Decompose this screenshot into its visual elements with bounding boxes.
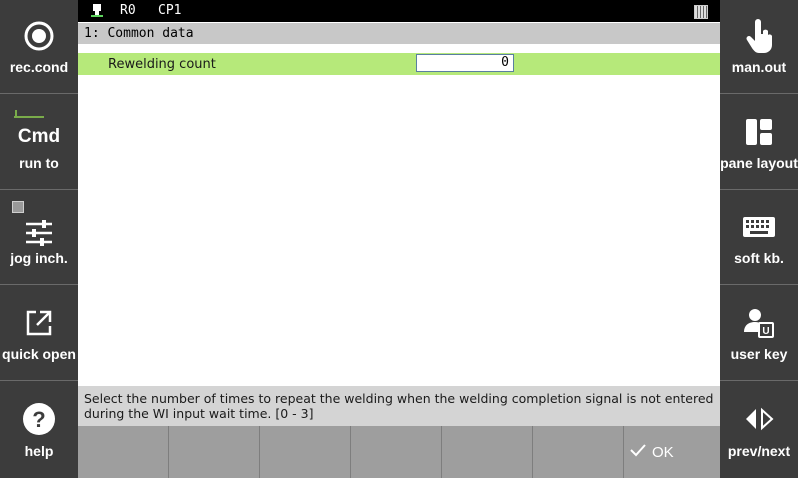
param-label: Rewelding count bbox=[108, 57, 216, 72]
param-row-rewelding-count[interactable]: Rewelding count 0 bbox=[78, 53, 720, 75]
help-icon: ? bbox=[0, 401, 78, 437]
help-label: help bbox=[24, 443, 54, 459]
prev-next-icon bbox=[720, 401, 798, 437]
rewelding-count-input[interactable]: 0 bbox=[416, 54, 514, 72]
battery-icon bbox=[694, 5, 708, 19]
layout-icon bbox=[720, 114, 798, 150]
function-key-6[interactable] bbox=[533, 426, 624, 478]
function-key-1[interactable] bbox=[78, 426, 169, 478]
soft-kb-label: soft kb. bbox=[734, 250, 784, 266]
rec-cond-button[interactable]: rec.cond bbox=[0, 0, 78, 94]
user-key-label: user key bbox=[730, 346, 788, 362]
record-icon bbox=[0, 18, 78, 54]
man-out-button[interactable]: man.out bbox=[720, 0, 798, 94]
user-key-icon: U bbox=[720, 305, 798, 341]
pane-layout-button[interactable]: pane layout bbox=[720, 96, 798, 190]
svg-text:U: U bbox=[762, 326, 769, 337]
jog-indicator bbox=[12, 201, 24, 213]
prev-next-button[interactable]: prev/next bbox=[720, 383, 798, 477]
status-bar: R0 CP1 bbox=[78, 0, 720, 22]
soft-kb-button[interactable]: soft kb. bbox=[720, 191, 798, 285]
keyboard-icon bbox=[720, 209, 798, 245]
rec-cond-label: rec.cond bbox=[9, 59, 69, 75]
external-open-icon bbox=[0, 305, 78, 341]
left-side-panel: rec.cond Cmd run to jog inch. quick open… bbox=[0, 0, 78, 478]
man-out-label: man.out bbox=[731, 59, 787, 75]
function-key-bar: OK bbox=[78, 426, 720, 478]
check-icon bbox=[630, 443, 646, 461]
cmd-icon: Cmd bbox=[17, 126, 61, 147]
sliders-icon bbox=[0, 215, 78, 251]
right-side-panel: man.out pane layout soft kb. U user key … bbox=[720, 0, 798, 478]
hand-pointer-icon bbox=[720, 18, 798, 54]
help-button[interactable]: ? help bbox=[0, 383, 78, 477]
pane-layout-label: pane layout bbox=[720, 155, 798, 171]
function-key-5[interactable] bbox=[442, 426, 533, 478]
quick-open-button[interactable]: quick open bbox=[0, 287, 78, 381]
help-text: Select the number of times to repeat the… bbox=[78, 386, 720, 426]
user-key-button[interactable]: U user key bbox=[720, 287, 798, 381]
function-key-4[interactable] bbox=[351, 426, 442, 478]
function-key-2[interactable] bbox=[169, 426, 260, 478]
jog-inch-button[interactable]: jog inch. bbox=[0, 191, 78, 285]
cmd-marker-icon bbox=[14, 110, 44, 118]
section-header: 1: Common data bbox=[78, 23, 720, 44]
robot-id: R0 bbox=[120, 3, 136, 18]
ok-button[interactable]: OK bbox=[624, 426, 720, 478]
quick-open-label: quick open bbox=[2, 346, 76, 362]
section-title: 1: Common data bbox=[84, 26, 194, 41]
jog-inch-label: jog inch. bbox=[10, 250, 68, 266]
run-to-label: run to bbox=[19, 155, 59, 171]
robot-icon bbox=[90, 3, 104, 23]
ok-label: OK bbox=[652, 444, 674, 461]
run-to-button[interactable]: Cmd run to bbox=[0, 96, 78, 190]
svg-text:?: ? bbox=[32, 407, 45, 432]
program-name: CP1 bbox=[158, 3, 182, 18]
function-key-3[interactable] bbox=[260, 426, 351, 478]
prev-next-label: prev/next bbox=[727, 443, 791, 459]
